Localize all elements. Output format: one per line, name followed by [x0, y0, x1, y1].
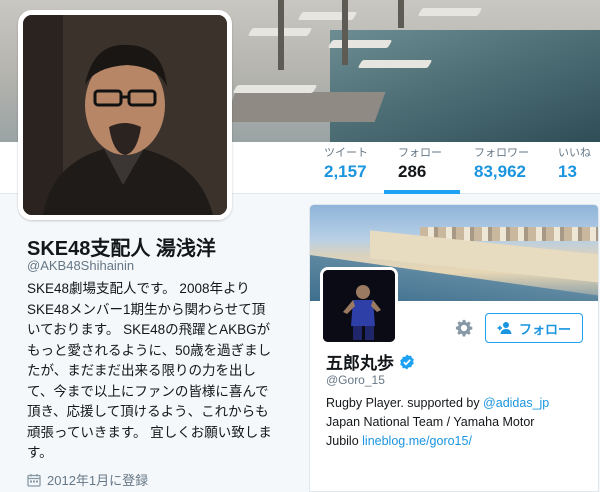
bio-line: SKE48メンバー1期生から関わらせて頂	[27, 301, 266, 317]
banner-palm	[278, 0, 284, 70]
card-bio-mention-link[interactable]: @adidas_jp	[483, 396, 549, 410]
profile-name: SKE48支配人 湯浅洋	[27, 238, 216, 260]
follow-button-label: フォロー	[518, 321, 571, 337]
joined-text: 2012年1月に登録	[47, 473, 149, 488]
bio-line: もっと愛されるように、50歳を過ぎまし	[27, 342, 272, 358]
stat-following[interactable]: フォロー 286	[384, 146, 460, 194]
profile-bio: SKE48劇場支配人です。 2008年より SKE48メンバー1期生から関わらせ…	[27, 279, 289, 464]
banner-lounger	[232, 85, 318, 93]
stat-label: いいね	[558, 147, 591, 159]
banner-lounger	[417, 8, 483, 16]
banner-lounger	[297, 12, 358, 20]
bio-line: す。	[27, 445, 53, 460]
banner-lounger	[327, 40, 393, 48]
avatar-portrait	[23, 15, 227, 215]
stat-value: 286	[398, 162, 427, 181]
calendar-icon	[27, 473, 41, 487]
card-avatar[interactable]	[320, 267, 398, 345]
profile-hover-card: フォロー 五郎丸歩 @Goro_15 Rugby Player. support…	[309, 204, 599, 492]
banner-deck	[224, 92, 386, 122]
card-bio-line: Jubilo lineblog.me/goro15/	[326, 432, 594, 451]
stat-followers[interactable]: フォロワー 83,962	[474, 146, 529, 192]
card-bio: Rugby Player. supported by @adidas_jp Ja…	[326, 394, 594, 451]
card-avatar-photo	[323, 270, 395, 342]
card-bio-url-link[interactable]: lineblog.me/goro15/	[362, 434, 472, 448]
card-handle[interactable]: @Goro_15	[326, 373, 385, 387]
add-person-icon	[497, 322, 512, 334]
bio-line: 頂き、応援して頂けるよう、これからも	[27, 404, 269, 419]
profile-handle[interactable]: @AKB48Shihainin	[27, 258, 134, 273]
stat-label: フォロワー	[474, 147, 529, 159]
bio-line: SKE48劇場支配人です。 2008年より	[27, 281, 250, 296]
banner-lounger	[357, 60, 433, 68]
gear-icon[interactable]	[455, 319, 473, 337]
stat-value: 2,157	[324, 162, 367, 181]
stat-likes[interactable]: いいね 13	[558, 146, 591, 192]
card-name[interactable]: 五郎丸歩	[326, 349, 415, 374]
stat-tweets[interactable]: ツイート 2,157	[324, 146, 368, 192]
bio-line: いております。 SKE48の飛躍とAKBGが	[27, 322, 271, 337]
profile-avatar[interactable]	[18, 10, 232, 220]
bio-line: 頑張っていきます。 宜しくお願い致しま	[27, 424, 272, 440]
stat-label: ツイート	[324, 147, 368, 159]
stat-value: 13	[558, 162, 577, 181]
banner-palm	[398, 0, 404, 28]
follow-button[interactable]: フォロー	[485, 313, 583, 343]
stat-label: フォロー	[398, 147, 442, 159]
card-bio-text: Rugby Player. supported by	[326, 396, 484, 410]
card-bio-line: Japan National Team / Yamaha Motor	[326, 415, 535, 429]
card-bio-text: Jubilo	[326, 434, 363, 448]
stat-value: 83,962	[474, 162, 526, 181]
bio-line: たが、まだまだ出来る限りの力を出し	[27, 363, 256, 378]
card-bio-line: Rugby Player. supported by @adidas_jp	[326, 394, 594, 413]
card-name-text: 五郎丸歩	[326, 354, 394, 373]
bio-line: て、今まで以上にファンの皆様に喜んで	[27, 383, 269, 399]
banner-palm	[342, 0, 348, 65]
joined-date: 2012年1月に登録	[27, 470, 148, 489]
verified-badge-icon	[400, 354, 414, 369]
